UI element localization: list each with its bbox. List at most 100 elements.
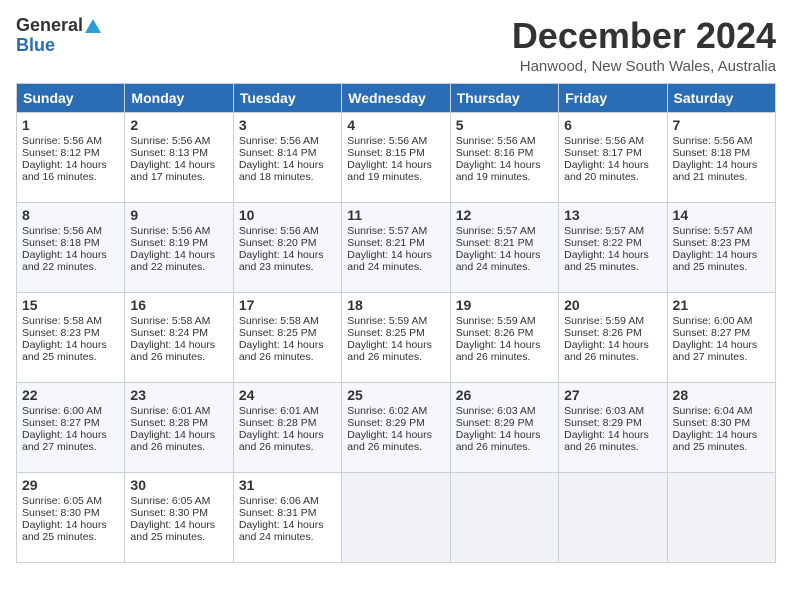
calendar-cell: 31Sunrise: 6:06 AMSunset: 8:31 PMDayligh… [233,472,341,562]
day-content: and 18 minutes. [239,171,336,183]
day-content: Daylight: 14 hours [22,249,119,261]
day-number: 25 [347,387,444,403]
day-number: 22 [22,387,119,403]
calendar-cell: 28Sunrise: 6:04 AMSunset: 8:30 PMDayligh… [667,382,775,472]
week-row-2: 15Sunrise: 5:58 AMSunset: 8:23 PMDayligh… [17,292,776,382]
day-content: and 24 minutes. [456,261,553,273]
day-content: Sunrise: 6:02 AM [347,405,444,417]
day-content: Sunrise: 5:56 AM [456,135,553,147]
day-number: 4 [347,117,444,133]
day-number: 2 [130,117,227,133]
calendar-cell [342,472,450,562]
day-content: Sunset: 8:23 PM [673,237,770,249]
day-content: Sunrise: 5:58 AM [239,315,336,327]
day-content: and 22 minutes. [22,261,119,273]
header-monday: Monday [125,83,233,112]
day-content: Daylight: 14 hours [130,159,227,171]
day-content: and 25 minutes. [673,441,770,453]
day-content: Sunrise: 5:56 AM [22,225,119,237]
day-content: Daylight: 14 hours [564,159,661,171]
day-content: Sunrise: 5:59 AM [456,315,553,327]
calendar-cell: 27Sunrise: 6:03 AMSunset: 8:29 PMDayligh… [559,382,667,472]
week-row-0: 1Sunrise: 5:56 AMSunset: 8:12 PMDaylight… [17,112,776,202]
day-content: Sunrise: 5:56 AM [130,135,227,147]
day-content: Sunset: 8:16 PM [456,147,553,159]
calendar-cell: 29Sunrise: 6:05 AMSunset: 8:30 PMDayligh… [17,472,125,562]
day-number: 31 [239,477,336,493]
day-content: Daylight: 14 hours [22,159,119,171]
calendar-title: December 2024 [512,16,776,56]
day-content: Sunrise: 6:03 AM [564,405,661,417]
day-content: Sunrise: 6:04 AM [673,405,770,417]
day-content: Daylight: 14 hours [130,249,227,261]
day-number: 29 [22,477,119,493]
calendar-cell: 7Sunrise: 5:56 AMSunset: 8:18 PMDaylight… [667,112,775,202]
day-content: Sunrise: 5:58 AM [22,315,119,327]
day-number: 18 [347,297,444,313]
day-content: Sunrise: 5:56 AM [673,135,770,147]
day-content: and 23 minutes. [239,261,336,273]
calendar-cell: 4Sunrise: 5:56 AMSunset: 8:15 PMDaylight… [342,112,450,202]
day-number: 14 [673,207,770,223]
day-content: Sunrise: 5:57 AM [673,225,770,237]
day-content: Sunrise: 5:57 AM [564,225,661,237]
day-content: Sunrise: 5:57 AM [347,225,444,237]
day-content: and 26 minutes. [564,351,661,363]
day-content: Daylight: 14 hours [239,249,336,261]
day-content: Sunset: 8:28 PM [130,417,227,429]
calendar-cell: 3Sunrise: 5:56 AMSunset: 8:14 PMDaylight… [233,112,341,202]
day-content: Sunrise: 5:56 AM [239,135,336,147]
day-content: and 21 minutes. [673,171,770,183]
calendar-cell: 26Sunrise: 6:03 AMSunset: 8:29 PMDayligh… [450,382,558,472]
day-content: and 25 minutes. [564,261,661,273]
day-content: Sunset: 8:28 PM [239,417,336,429]
header-thursday: Thursday [450,83,558,112]
day-content: and 26 minutes. [347,351,444,363]
day-content: and 26 minutes. [456,351,553,363]
day-number: 6 [564,117,661,133]
day-number: 19 [456,297,553,313]
day-content: and 16 minutes. [22,171,119,183]
day-content: Sunset: 8:26 PM [564,327,661,339]
day-content: and 26 minutes. [564,441,661,453]
day-number: 11 [347,207,444,223]
header-saturday: Saturday [667,83,775,112]
day-content: and 25 minutes. [130,531,227,543]
day-number: 12 [456,207,553,223]
day-content: and 27 minutes. [673,351,770,363]
calendar-cell: 20Sunrise: 5:59 AMSunset: 8:26 PMDayligh… [559,292,667,382]
calendar-cell: 22Sunrise: 6:00 AMSunset: 8:27 PMDayligh… [17,382,125,472]
week-row-4: 29Sunrise: 6:05 AMSunset: 8:30 PMDayligh… [17,472,776,562]
day-content: Sunset: 8:15 PM [347,147,444,159]
day-content: Daylight: 14 hours [347,429,444,441]
day-content: Sunset: 8:22 PM [564,237,661,249]
calendar-cell: 12Sunrise: 5:57 AMSunset: 8:21 PMDayligh… [450,202,558,292]
logo-general-text: General [16,16,83,36]
day-content: Sunset: 8:29 PM [456,417,553,429]
calendar-cell: 1Sunrise: 5:56 AMSunset: 8:12 PMDaylight… [17,112,125,202]
day-content: and 22 minutes. [130,261,227,273]
calendar-subtitle: Hanwood, New South Wales, Australia [512,58,776,75]
week-row-1: 8Sunrise: 5:56 AMSunset: 8:18 PMDaylight… [17,202,776,292]
calendar-cell: 8Sunrise: 5:56 AMSunset: 8:18 PMDaylight… [17,202,125,292]
calendar-cell: 2Sunrise: 5:56 AMSunset: 8:13 PMDaylight… [125,112,233,202]
day-content: Sunrise: 6:05 AM [22,495,119,507]
day-number: 28 [673,387,770,403]
day-content: Sunset: 8:24 PM [130,327,227,339]
header-row: SundayMondayTuesdayWednesdayThursdayFrid… [17,83,776,112]
calendar-cell: 16Sunrise: 5:58 AMSunset: 8:24 PMDayligh… [125,292,233,382]
day-content: Sunrise: 5:59 AM [347,315,444,327]
day-content: Daylight: 14 hours [239,339,336,351]
day-content: and 26 minutes. [239,441,336,453]
calendar-cell: 6Sunrise: 5:56 AMSunset: 8:17 PMDaylight… [559,112,667,202]
day-content: Daylight: 14 hours [22,429,119,441]
day-content: and 26 minutes. [239,351,336,363]
calendar-cell: 9Sunrise: 5:56 AMSunset: 8:19 PMDaylight… [125,202,233,292]
day-content: Daylight: 14 hours [673,249,770,261]
day-content: Sunrise: 6:00 AM [22,405,119,417]
day-content: Sunset: 8:31 PM [239,507,336,519]
day-content: Sunset: 8:17 PM [564,147,661,159]
day-content: Daylight: 14 hours [564,249,661,261]
day-number: 30 [130,477,227,493]
calendar-cell: 10Sunrise: 5:56 AMSunset: 8:20 PMDayligh… [233,202,341,292]
